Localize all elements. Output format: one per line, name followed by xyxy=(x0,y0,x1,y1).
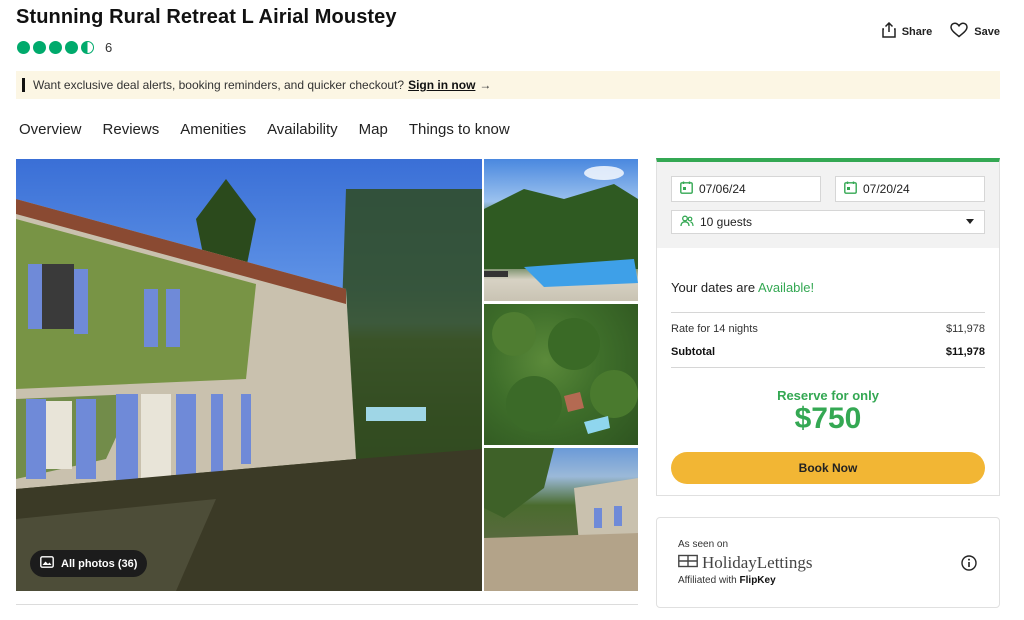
check-out-value: 07/20/24 xyxy=(863,182,910,196)
promo-text: Want exclusive deal alerts, booking remi… xyxy=(33,78,405,92)
check-in-value: 07/06/24 xyxy=(699,182,746,196)
header-actions: Share Save xyxy=(881,21,1000,41)
subtotal-label: Subtotal xyxy=(671,346,715,358)
chevron-down-icon xyxy=(966,219,974,224)
affiliated-text: Affiliated with FlipKey xyxy=(678,575,776,586)
tab-availability[interactable]: Availability xyxy=(267,121,338,138)
thumbnail-aerial[interactable] xyxy=(484,304,638,445)
review-count[interactable]: 6 xyxy=(105,40,112,55)
rating-bubble-full xyxy=(65,41,78,54)
partner-card: As seen on HolidayLettings Affiliated wi… xyxy=(656,517,1000,608)
sign-in-promo-banner: Want exclusive deal alerts, booking remi… xyxy=(16,71,1000,99)
subtotal-row: Subtotal $11,978 xyxy=(671,346,985,358)
save-button[interactable]: Save xyxy=(950,22,1000,41)
price-divider-top xyxy=(671,312,985,313)
seen-on-label: As seen on xyxy=(678,539,729,550)
tab-things-to-know[interactable]: Things to know xyxy=(409,121,510,138)
guests-select[interactable]: 10 guests xyxy=(671,210,985,234)
save-label: Save xyxy=(974,25,1000,38)
garden-illustration xyxy=(484,448,638,591)
tab-overview[interactable]: Overview xyxy=(19,121,82,138)
check-in-date-field[interactable]: 07/06/24 xyxy=(671,176,821,202)
main-photo-house[interactable]: All photos (36) xyxy=(16,159,482,591)
all-photos-label: All photos (36) xyxy=(61,557,138,570)
rating-bubble-full xyxy=(33,41,46,54)
rating-bubble-half xyxy=(81,41,94,54)
holidaylettings-logo-icon xyxy=(678,553,698,573)
reserve-label: Reserve for only xyxy=(777,388,879,403)
section-tabs: Overview Reviews Amenities Availability … xyxy=(19,121,510,138)
holidaylettings-logo: HolidayLettings xyxy=(678,553,812,573)
affiliated-brand: FlipKey xyxy=(739,575,776,586)
availability-message: Your dates are Available! xyxy=(671,280,814,295)
calendar-icon xyxy=(844,181,857,197)
reserve-price: $750 xyxy=(794,402,862,435)
booking-panel: 07/06/24 07/20/24 10 guests Your dates a… xyxy=(656,158,1000,496)
share-icon xyxy=(881,21,896,41)
rate-value: $11,978 xyxy=(946,323,985,335)
subtotal-value: $11,978 xyxy=(945,346,985,358)
book-now-button[interactable]: Book Now xyxy=(671,452,985,484)
info-icon[interactable] xyxy=(961,555,977,576)
share-label: Share xyxy=(901,25,933,38)
heart-icon xyxy=(950,22,969,41)
photos-icon xyxy=(40,556,54,571)
price-divider-bottom xyxy=(671,367,985,368)
photo-gallery: All photos (36) xyxy=(16,159,638,591)
guests-icon xyxy=(680,215,694,230)
all-photos-button[interactable]: All photos (36) xyxy=(30,550,148,577)
listing-title: Stunning Rural Retreat L Airial Moustey xyxy=(16,6,397,28)
rate-row: Rate for 14 nights $11,978 xyxy=(671,323,985,335)
thumbnail-pool[interactable] xyxy=(484,159,638,301)
availability-prefix: Your dates are xyxy=(671,280,756,295)
check-out-date-field[interactable]: 07/20/24 xyxy=(835,176,985,202)
rate-label: Rate for 14 nights xyxy=(671,323,758,335)
gallery-divider xyxy=(16,604,638,605)
rating-bubble-full xyxy=(49,41,62,54)
affiliated-prefix: Affiliated with xyxy=(678,575,737,586)
share-button[interactable]: Share xyxy=(881,21,933,41)
sign-in-link[interactable]: Sign in now xyxy=(408,78,475,92)
calendar-icon xyxy=(680,181,693,197)
rating-bubble-full xyxy=(17,41,30,54)
holidaylettings-logo-text: HolidayLettings xyxy=(702,553,813,572)
guests-value: 10 guests xyxy=(700,215,753,229)
tab-reviews[interactable]: Reviews xyxy=(103,121,160,138)
booking-inputs-area: 07/06/24 07/20/24 10 guests xyxy=(657,162,999,248)
tab-amenities[interactable]: Amenities xyxy=(180,121,246,138)
aerial-illustration xyxy=(492,312,638,434)
arrow-right-icon: → xyxy=(479,78,492,92)
thumbnail-garden[interactable] xyxy=(484,448,638,591)
house-illustration xyxy=(16,179,482,591)
pool-illustration xyxy=(484,166,638,287)
rating-bubbles[interactable]: 6 xyxy=(17,40,112,55)
tab-map[interactable]: Map xyxy=(359,121,388,138)
availability-status: Available! xyxy=(758,280,815,295)
promo-accent-bar xyxy=(22,78,25,92)
